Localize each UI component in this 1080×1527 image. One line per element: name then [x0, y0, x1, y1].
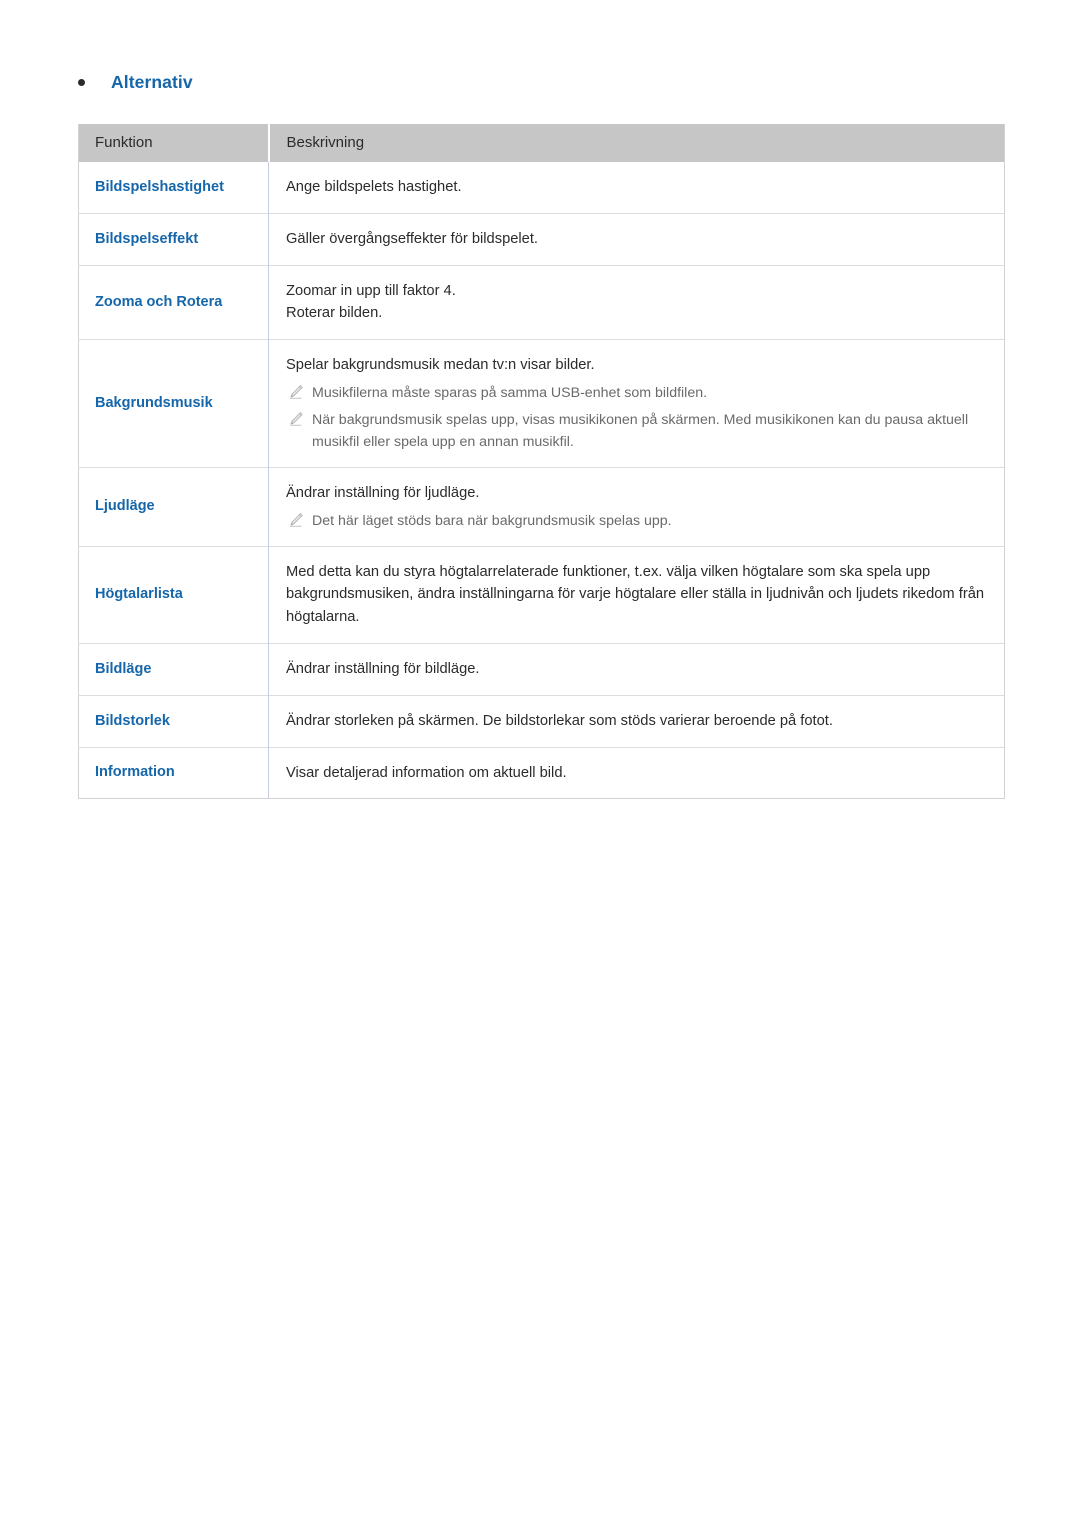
table-row: Bildspelshastighet Ange bildspelets hasti…	[78, 162, 1005, 214]
note-text: Det här läget stöds bara när bakgrundsmu…	[312, 512, 672, 529]
description-line: Ändrar storleken på skärmen. De bildstor…	[286, 712, 833, 729]
table-body: Bildspelshastighet Ange bildspelets hasti…	[78, 162, 1005, 799]
table-row: Bildstorlek Ändrar storleken på skärmen. …	[78, 694, 1005, 748]
function-name-cell: Bakgrundsmusik	[78, 339, 269, 468]
function-name-cell: Bildspelshastighet	[78, 162, 269, 214]
column-header-function: Funktion	[78, 124, 269, 162]
note-line: När bakgrundsmusik spelas upp, visas mus…	[286, 409, 988, 453]
bullet-dot-icon	[78, 79, 85, 86]
note-text: När bakgrundsmusik spelas upp, visas mus…	[312, 411, 969, 450]
function-name-cell: Information	[78, 746, 269, 799]
description-line: Ändrar inställning för ljudläge.	[286, 484, 480, 501]
description-cell: Ändrar inställning för bildläge.	[268, 643, 1005, 696]
function-name-cell: Bildläge	[78, 643, 269, 696]
description-line: Med detta kan du styra högtalarrelaterad…	[286, 563, 985, 626]
description-line: Ändrar inställning för bildläge.	[286, 661, 480, 678]
function-name-cell: Bildstorlek	[78, 694, 269, 748]
description-line: Spelar bakgrundsmusik medan tv:n visar b…	[286, 357, 595, 374]
description-line: Visar detaljerad information om aktuell …	[286, 764, 567, 781]
description-cell: Visar detaljerad information om aktuell …	[268, 746, 1005, 799]
options-table: Funktion Beskrivning Bildspelshastighet A…	[78, 124, 1005, 800]
function-name-cell: Bildspelseffekt	[78, 212, 269, 266]
column-header-description: Beskrivning	[267, 124, 1005, 162]
description-cell: Zoomar in upp till faktor 4. Roterar bild…	[268, 264, 1005, 340]
description-line: Ange bildspelets hastighet.	[286, 179, 462, 195]
section-heading-label: Alternativ	[111, 72, 193, 92]
description-cell: Ändrar storleken på skärmen. De bildstor…	[268, 694, 1005, 748]
table-row: Högtalarlista Med detta kan du styra högt…	[78, 545, 1005, 644]
function-name-cell: Ljudläge	[78, 466, 269, 547]
pencil-note-icon	[288, 384, 304, 400]
description-line: Zoomar in upp till faktor 4.	[286, 282, 456, 299]
document-page: Alternativ Funktion Beskrivning Bildspel…	[0, 0, 1080, 1527]
table-row: Bakgrundsmusik Spelar bakgrundsmusik meda…	[78, 339, 1005, 468]
table-row: Bildläge Ändrar inställning för bildläge.	[78, 643, 1005, 696]
description-line: Gäller övergångseffekter för bildspelet.	[286, 230, 539, 247]
table-row: Zooma och Rotera Zoomar in upp till fakto…	[78, 264, 1005, 340]
function-name-cell: Högtalarlista	[78, 545, 269, 644]
description-cell: Spelar bakgrundsmusik medan tv:n visar b…	[268, 339, 1005, 468]
table-header-row: Funktion Beskrivning	[78, 124, 1005, 162]
description-cell: Gäller övergångseffekter för bildspelet.	[268, 212, 1005, 266]
pencil-note-icon	[288, 411, 304, 427]
description-cell: Med detta kan du styra högtalarrelaterad…	[268, 545, 1005, 644]
note-line: Musikfilerna måste sparas på samma USB-e…	[286, 382, 988, 404]
table-row: Bildspelseffekt Gäller övergångseffekter …	[78, 212, 1005, 266]
function-name-cell: Zooma och Rotera	[78, 264, 269, 340]
description-cell: Ange bildspelets hastighet.	[268, 162, 1005, 214]
table-row: Ljudläge Ändrar inställning för ljudläge.…	[78, 466, 1005, 547]
note-line: Det här läget stöds bara när bakgrundsmu…	[286, 510, 988, 532]
pencil-note-icon	[288, 512, 304, 528]
table-header: Funktion Beskrivning	[78, 124, 1005, 162]
description-line: Roterar bilden.	[286, 305, 383, 322]
note-text: Musikfilerna måste sparas på samma USB-e…	[312, 384, 708, 401]
description-cell: Ändrar inställning för ljudläge. Det här …	[268, 466, 1005, 547]
table-row: Information Visar detaljerad information …	[78, 746, 1005, 799]
section-heading: Alternativ	[78, 72, 193, 93]
